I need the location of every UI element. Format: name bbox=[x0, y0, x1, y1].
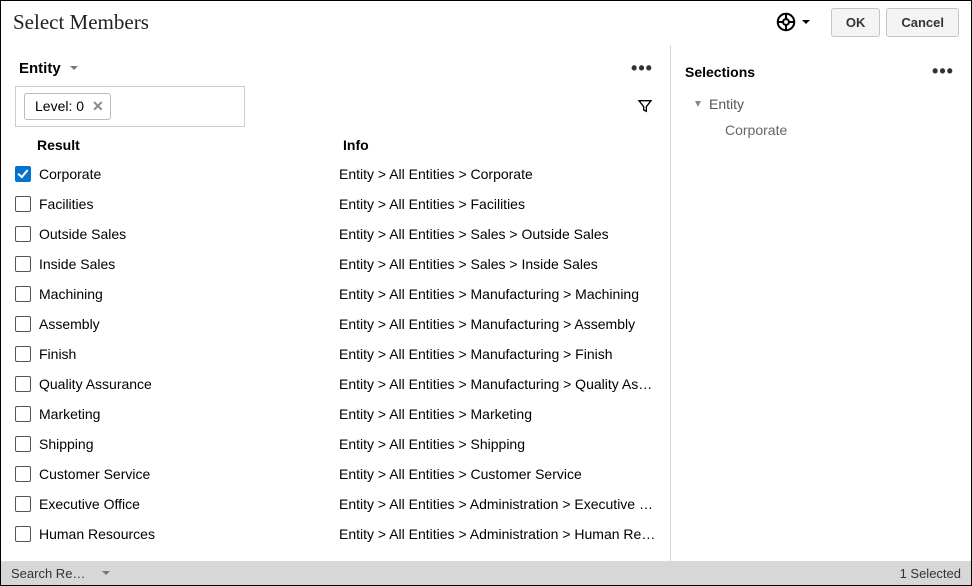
selection-children: Corporate bbox=[685, 118, 957, 142]
row-info: Entity > All Entities > Administration >… bbox=[339, 496, 656, 512]
footer-tab-label: Search Res… bbox=[11, 566, 91, 581]
row-name: Quality Assurance bbox=[39, 376, 339, 392]
dimension-name: Entity bbox=[19, 60, 61, 77]
row-checkbox[interactable] bbox=[15, 466, 31, 482]
list-item[interactable]: FinishEntity > All Entities > Manufactur… bbox=[1, 339, 670, 369]
dialog-body: Entity ••• Level: 0 ✕ bbox=[1, 45, 971, 561]
row-info: Entity > All Entities > Manufacturing > … bbox=[339, 286, 656, 302]
footer-bar: Search Res… 1 Selected bbox=[1, 561, 971, 585]
row-checkbox[interactable] bbox=[15, 316, 31, 332]
help-dropdown-caret[interactable] bbox=[801, 17, 811, 27]
row-name: Shipping bbox=[39, 436, 339, 452]
row-info: Entity > All Entities > Manufacturing > … bbox=[339, 316, 656, 332]
row-name: Inside Sales bbox=[39, 256, 339, 272]
row-name: Finish bbox=[39, 346, 339, 362]
list-item[interactable]: CorporateEntity > All Entities > Corpora… bbox=[1, 159, 670, 189]
row-info: Entity > All Entities > Sales > Inside S… bbox=[339, 256, 656, 272]
footer-tab[interactable]: Search Res… bbox=[11, 566, 111, 581]
row-checkbox[interactable] bbox=[15, 196, 31, 212]
list-item[interactable]: ShippingEntity > All Entities > Shipping bbox=[1, 429, 670, 459]
list-item[interactable]: MarketingEntity > All Entities > Marketi… bbox=[1, 399, 670, 429]
row-checkbox[interactable] bbox=[15, 436, 31, 452]
row-checkbox[interactable] bbox=[15, 346, 31, 362]
row-info: Entity > All Entities > Administration >… bbox=[339, 526, 656, 542]
dimension-row: Entity ••• bbox=[1, 45, 670, 85]
list-item[interactable]: Human ResourcesEntity > All Entities > A… bbox=[1, 519, 670, 549]
selections-pane: Selections ••• Entity Corporate bbox=[671, 45, 971, 561]
row-name: Corporate bbox=[39, 166, 339, 182]
row-name: Executive Office bbox=[39, 496, 339, 512]
tree-collapse-icon bbox=[693, 96, 703, 112]
ok-button[interactable]: OK bbox=[831, 8, 881, 37]
row-name: Machining bbox=[39, 286, 339, 302]
row-checkbox[interactable] bbox=[15, 166, 31, 182]
dialog-title: Select Members bbox=[13, 10, 149, 35]
row-checkbox[interactable] bbox=[15, 496, 31, 512]
members-list[interactable]: CorporateEntity > All Entities > Corpora… bbox=[1, 159, 670, 561]
list-item[interactable]: AssemblyEntity > All Entities > Manufact… bbox=[1, 309, 670, 339]
selection-item[interactable]: Corporate bbox=[685, 118, 957, 142]
row-info: Entity > All Entities > Facilities bbox=[339, 196, 656, 212]
row-info: Entity > All Entities > Shipping bbox=[339, 436, 656, 452]
row-name: Outside Sales bbox=[39, 226, 339, 242]
row-name: Marketing bbox=[39, 406, 339, 422]
filter-chip-label: Level: 0 bbox=[35, 98, 84, 114]
row-info: Entity > All Entities > Sales > Outside … bbox=[339, 226, 656, 242]
row-info: Entity > All Entities > Manufacturing > … bbox=[339, 376, 656, 392]
dialog-header: Select Members OK Cancel bbox=[1, 1, 971, 45]
selections-header: Selections ••• bbox=[685, 53, 957, 92]
col-header-info: Info bbox=[343, 137, 656, 153]
remove-chip-icon[interactable]: ✕ bbox=[92, 98, 104, 115]
footer-selected-count: 1 Selected bbox=[900, 566, 961, 581]
list-item[interactable]: MachiningEntity > All Entities > Manufac… bbox=[1, 279, 670, 309]
row-name: Human Resources bbox=[39, 526, 339, 542]
chevron-down-icon bbox=[69, 60, 79, 77]
filter-icon[interactable] bbox=[634, 98, 656, 114]
list-item[interactable]: FacilitiesEntity > All Entities > Facili… bbox=[1, 189, 670, 219]
row-info: Entity > All Entities > Marketing bbox=[339, 406, 656, 422]
row-info: Entity > All Entities > Customer Service bbox=[339, 466, 656, 482]
row-checkbox[interactable] bbox=[15, 406, 31, 422]
selection-root-label: Entity bbox=[709, 96, 744, 112]
row-checkbox[interactable] bbox=[15, 256, 31, 272]
selection-tree-root[interactable]: Entity bbox=[685, 92, 957, 118]
chevron-down-icon bbox=[101, 566, 111, 581]
help-icon[interactable] bbox=[775, 11, 797, 33]
row-info: Entity > All Entities > Corporate bbox=[339, 166, 656, 182]
row-checkbox[interactable] bbox=[15, 376, 31, 392]
dimension-selector[interactable]: Entity bbox=[15, 56, 89, 81]
filter-row: Level: 0 ✕ bbox=[1, 85, 670, 131]
list-item[interactable]: Inside SalesEntity > All Entities > Sale… bbox=[1, 249, 670, 279]
selections-heading: Selections bbox=[685, 64, 755, 80]
members-more-menu[interactable]: ••• bbox=[628, 58, 656, 79]
cancel-button[interactable]: Cancel bbox=[886, 8, 959, 37]
selections-more-menu[interactable]: ••• bbox=[929, 61, 957, 82]
row-name: Facilities bbox=[39, 196, 339, 212]
row-name: Assembly bbox=[39, 316, 339, 332]
row-checkbox[interactable] bbox=[15, 226, 31, 242]
column-headers: Result Info bbox=[1, 131, 670, 159]
list-item[interactable]: Customer ServiceEntity > All Entities > … bbox=[1, 459, 670, 489]
filter-box[interactable]: Level: 0 ✕ bbox=[15, 86, 245, 127]
row-info: Entity > All Entities > Manufacturing > … bbox=[339, 346, 656, 362]
select-members-dialog: Select Members OK Cancel Entity ••• bbox=[0, 0, 972, 586]
row-name: Customer Service bbox=[39, 466, 339, 482]
list-item[interactable]: Outside SalesEntity > All Entities > Sal… bbox=[1, 219, 670, 249]
col-header-result: Result bbox=[37, 137, 343, 153]
row-checkbox[interactable] bbox=[15, 286, 31, 302]
members-pane: Entity ••• Level: 0 ✕ bbox=[1, 45, 671, 561]
list-item[interactable]: Executive OfficeEntity > All Entities > … bbox=[1, 489, 670, 519]
filter-chip-level[interactable]: Level: 0 ✕ bbox=[24, 93, 111, 120]
row-checkbox[interactable] bbox=[15, 526, 31, 542]
list-item[interactable]: Quality AssuranceEntity > All Entities >… bbox=[1, 369, 670, 399]
